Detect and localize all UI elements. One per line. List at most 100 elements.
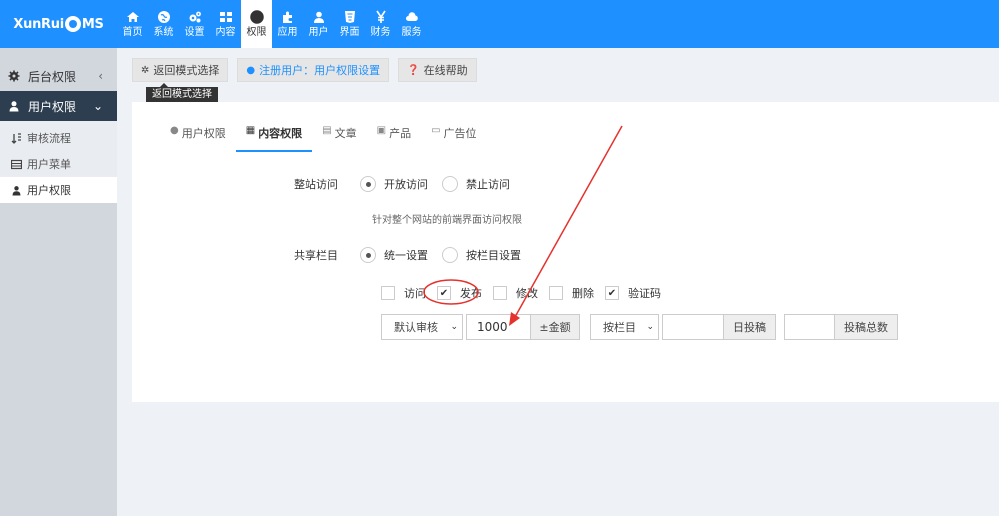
image-icon: ▭ [431,125,441,136]
radio-open-access[interactable] [360,176,376,192]
radio-unified-label[interactable]: 统一设置 [384,247,428,263]
nav-service[interactable]: 服务 [396,0,427,48]
cloud-icon [405,10,419,24]
amount-input[interactable]: 1000 [466,314,531,340]
tab-content-permissions[interactable]: ▦ 内容权限 [235,120,313,152]
checkbox-delete-label: 删除 [572,287,594,300]
gear-icon [8,70,20,82]
tab-user-permissions[interactable]: ● 用户权限 [160,120,236,152]
total-post-addon-label: 投稿总数 [844,321,888,334]
nav-finance[interactable]: 财务 [365,0,396,48]
logo[interactable]: XunRui MS [0,0,117,48]
user-icon: ● [246,64,256,76]
puzzle-icon [281,10,295,24]
nav-settings[interactable]: 设置 [179,0,210,48]
nav-users[interactable]: 用户 [303,0,334,48]
sidebar-item-label: 审核流程 [27,132,71,145]
checkbox-edit[interactable] [493,286,507,300]
radio-deny-access[interactable] [442,176,458,192]
radio-per-column[interactable] [442,247,458,263]
tooltip: 返回模式选择 [146,83,218,103]
user-icon [8,100,20,112]
register-user-button[interactable]: ● 注册用户：用户权限设置 [237,58,390,82]
online-help-button[interactable]: ❓ 在线帮助 [398,58,477,82]
tab-label: 用户权限 [181,127,226,140]
daily-post-addon: 日投稿 [723,314,776,340]
checkbox-publish[interactable]: ✔ [437,286,451,300]
nav-home[interactable]: 首页 [117,0,148,48]
radio-unified[interactable] [360,247,376,263]
chevron-down-icon: ⌄ [92,99,103,113]
nav-content[interactable]: 内容 [210,0,241,48]
logo-text-right: MS [81,16,104,32]
checkbox-access-label: 访问 [404,287,426,300]
radio-per-column-label[interactable]: 按栏目设置 [466,247,521,263]
sidebar-section-user-permissions[interactable]: 用户权限 ⌄ [0,91,117,121]
sidebar-section-label: 用户权限 [28,99,77,114]
sidebar-item-user-menu[interactable]: 用户菜单 [0,151,117,177]
daily-post-addon-label: 日投稿 [733,321,766,334]
sidebar: 后台权限 ‹ 用户权限 ⌄ 审核流程 用户菜单 用户权限 [0,48,117,516]
nav-label: 用户 [308,27,329,38]
nav-interface[interactable]: 界面 [334,0,365,48]
total-post-input[interactable] [784,314,835,340]
radio-open-access-label[interactable]: 开放访问 [384,176,428,192]
nav-system[interactable]: 系统 [148,0,179,48]
content-panel: ● 用户权限 ▦ 内容权限 ▤ 文章 ▣ 产品 ▭ 广告位 整站访问 开放访问 … [132,102,999,402]
amount-input-value: 1000 [477,320,508,334]
top-bar: XunRui MS 首页 系统 设置 内容 权限 应用 用户 界面 财务 服务 [0,0,999,48]
review-select-value: 默认审核 [394,321,438,334]
main-nav: 首页 系统 设置 内容 权限 应用 用户 界面 财务 服务 [117,0,427,48]
table-icon [10,159,23,170]
table-icon: ▦ [245,125,256,136]
home-icon [126,10,140,24]
nav-label: 应用 [277,27,298,38]
sidebar-section-label: 后台权限 [28,69,77,84]
user-icon [11,185,22,196]
nav-apps[interactable]: 应用 [272,0,303,48]
tab-bar: ● 用户权限 ▦ 内容权限 ▤ 文章 ▣ 产品 ▭ 广告位 [160,120,487,152]
back-mode-label: 返回模式选择 [153,64,220,77]
daily-post-input[interactable] [662,314,724,340]
radio-deny-access-label[interactable]: 禁止访问 [466,176,510,192]
register-user-label: 注册用户：用户权限设置 [259,64,381,77]
doc-icon: ▤ [322,125,332,136]
site-access-help: 针对整个网站的前端界面访问权限 [372,215,522,226]
column-select[interactable]: 按栏目 ⌄ [590,314,659,340]
total-post-addon: 投稿总数 [834,314,898,340]
site-access-row: 整站访问 开放访问 禁止访问 [260,176,524,192]
chevron-down-icon: ⌄ [646,322,654,332]
back-mode-button[interactable]: ✲ 返回模式选择 [132,58,229,82]
tab-ad-slots[interactable]: ▭ 广告位 [421,120,486,152]
toolbar: ✲ 返回模式选择 ● 注册用户：用户权限设置 ❓ 在线帮助 [132,58,477,82]
user-icon: ● [170,125,179,136]
tab-label: 产品 [389,127,412,140]
nav-label: 设置 [184,27,205,38]
nav-label: 财务 [370,27,391,38]
sidebar-item-user-permissions[interactable]: 用户权限 [0,177,117,203]
nav-label: 界面 [339,27,360,38]
tab-label: 广告位 [443,127,477,140]
grid-icon [219,10,233,24]
checkbox-captcha[interactable]: ✔ [605,286,619,300]
review-select[interactable]: 默认审核 ⌄ [381,314,463,340]
checkbox-delete[interactable] [549,286,563,300]
nav-permissions[interactable]: 权限 [241,0,272,48]
checkbox-access[interactable] [381,286,395,300]
checkbox-publish-label: 发布 [460,287,482,300]
sidebar-section-admin-permissions[interactable]: 后台权限 ‹ [0,61,117,91]
nav-label: 首页 [122,27,143,38]
logo-c-icon [64,16,81,32]
amount-addon-label: ±金额 [539,321,571,334]
nav-label: 内容 [215,27,236,38]
sidebar-item-label: 用户菜单 [27,158,71,171]
sidebar-item-label: 用户权限 [27,184,71,197]
tab-products[interactable]: ▣ 产品 [367,120,421,152]
sidebar-item-review-flow[interactable]: 审核流程 [0,125,117,151]
cogs-icon [188,10,202,24]
tab-label: 文章 [334,127,357,140]
tab-articles[interactable]: ▤ 文章 [312,120,366,152]
nav-label: 服务 [401,27,422,38]
gear-icon: ✲ [141,64,150,76]
shared-column-label: 共享栏目 [294,249,338,262]
